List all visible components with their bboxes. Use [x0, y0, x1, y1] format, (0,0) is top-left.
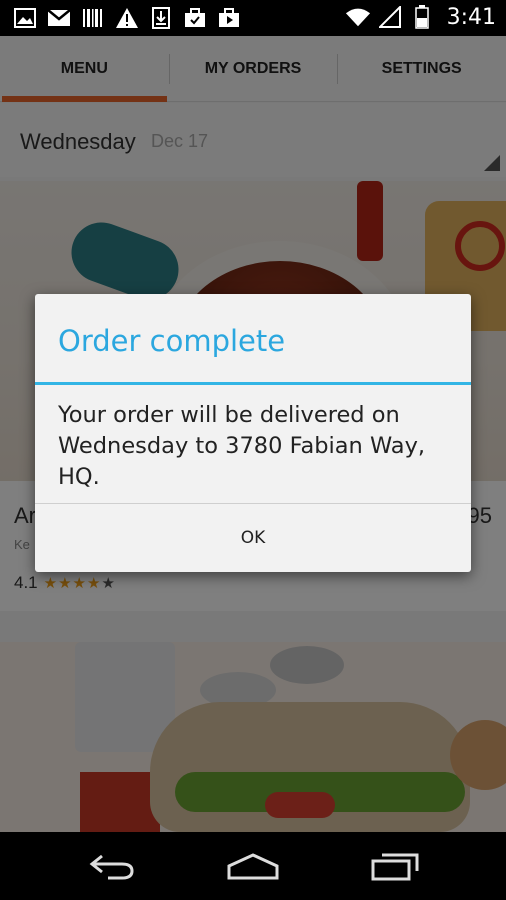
warning-icon — [114, 5, 140, 31]
barcode-icon — [80, 5, 106, 31]
battery-icon — [409, 4, 435, 30]
status-bar: 3:41 — [0, 0, 506, 36]
dialog-message: Your order will be delivered on Wednesda… — [58, 402, 426, 490]
briefcase-play-icon — [216, 5, 242, 31]
ok-button[interactable]: OK — [35, 504, 471, 572]
home-icon[interactable] — [223, 846, 283, 886]
gmail-icon — [46, 5, 72, 31]
download-icon — [148, 5, 174, 31]
order-complete-dialog: Order complete Your order will be delive… — [35, 294, 471, 572]
recent-apps-icon[interactable] — [365, 846, 425, 886]
picture-icon — [12, 5, 38, 31]
clock: 3:41 — [446, 4, 496, 30]
dialog-title: Order complete — [58, 324, 286, 358]
back-icon[interactable] — [82, 846, 142, 886]
system-icons: 3:41 — [345, 4, 496, 30]
notification-icons — [12, 5, 242, 31]
wifi-icon — [345, 4, 371, 30]
navigation-bar — [0, 832, 506, 900]
briefcase-icon — [182, 5, 208, 31]
signal-icon — [377, 4, 403, 30]
app-content: MENU MY ORDERS SETTINGS Wednesday Dec 17… — [0, 36, 506, 832]
dialog-title-divider — [35, 382, 471, 385]
